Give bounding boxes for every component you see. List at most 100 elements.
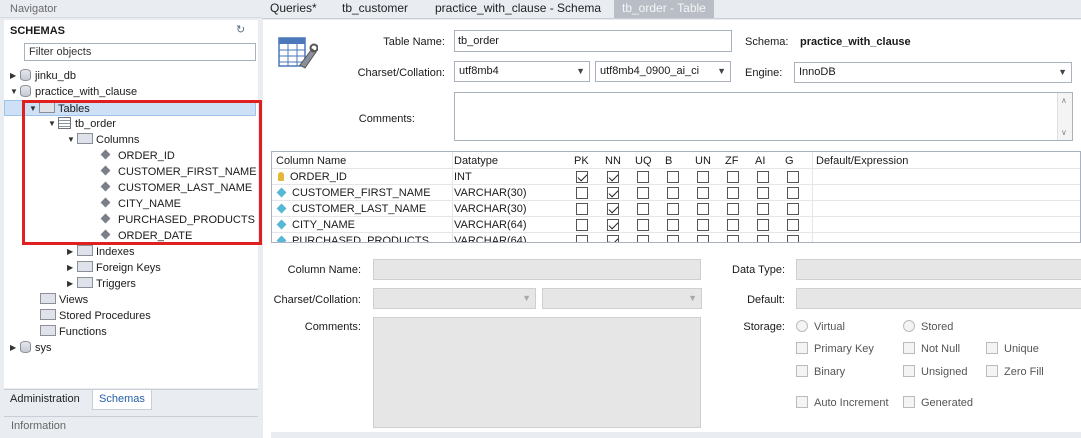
tree-item-functions[interactable]: Functions (40, 324, 107, 340)
tree-column-item[interactable]: PURCHASED_PRODUCTS (100, 212, 255, 228)
grid-flag-checkbox[interactable] (697, 235, 709, 242)
information-panel-header[interactable]: Information (4, 416, 258, 436)
tree-item-columns[interactable]: ▼ Columns (67, 132, 139, 148)
grid-datatype-cell[interactable]: VARCHAR(64) (454, 233, 527, 242)
scrollbar[interactable]: ∧ ∨ (1057, 93, 1072, 140)
primary-key-checkbox[interactable] (796, 342, 808, 354)
tree-item-indexes[interactable]: ▶ Indexes (67, 244, 135, 260)
tree-column-item[interactable]: CUSTOMER_FIRST_NAME (100, 164, 257, 180)
grid-flag-checkbox[interactable] (576, 235, 588, 242)
grid-header-ai[interactable]: AI (755, 153, 765, 169)
grid-flag-checkbox[interactable] (697, 219, 709, 231)
grid-flag-checkbox[interactable] (637, 187, 649, 199)
expand-arrow-icon[interactable]: ▶ (10, 68, 20, 84)
grid-flag-checkbox[interactable] (787, 219, 799, 231)
tree-item-sys[interactable]: ▶ sys (10, 340, 52, 356)
grid-flag-checkbox[interactable] (576, 171, 588, 183)
horizontal-scrollbar[interactable] (271, 432, 1081, 438)
grid-flag-checkbox[interactable] (727, 235, 739, 242)
column-name-input[interactable] (373, 259, 701, 280)
generated-checkbox[interactable] (903, 396, 915, 408)
stored-radio[interactable] (903, 320, 915, 332)
grid-datatype-cell[interactable]: VARCHAR(30) (454, 185, 527, 201)
grid-flag-checkbox[interactable] (697, 203, 709, 215)
column-charset-select[interactable]: ▼ (373, 288, 536, 309)
grid-header-default-expression[interactable]: Default/Expression (816, 153, 908, 169)
grid-datatype-cell[interactable]: VARCHAR(30) (454, 201, 527, 217)
grid-header-datatype[interactable]: Datatype (454, 153, 498, 169)
tree-item-practice-with-clause[interactable]: ▼ practice_with_clause (10, 84, 137, 100)
tree-item-triggers[interactable]: ▶ Triggers (67, 276, 136, 292)
grid-flag-checkbox[interactable] (667, 187, 679, 199)
grid-flag-checkbox[interactable] (787, 235, 799, 242)
grid-flag-checkbox[interactable] (757, 171, 769, 183)
grid-flag-checkbox[interactable] (757, 219, 769, 231)
not-null-checkbox[interactable] (903, 342, 915, 354)
tab-queries[interactable]: Queries* (262, 0, 325, 18)
grid-header-g[interactable]: G (785, 153, 794, 169)
grid-flag-checkbox[interactable] (667, 235, 679, 242)
grid-flag-checkbox[interactable] (727, 219, 739, 231)
collapse-arrow-icon[interactable]: ▼ (67, 132, 77, 148)
tree-item-views[interactable]: Views (40, 292, 88, 308)
tree-column-item[interactable]: CITY_NAME (100, 196, 181, 212)
table-name-input[interactable]: tb_order (454, 30, 732, 52)
tab-tb-customer[interactable]: tb_customer (334, 0, 416, 18)
grid-column-name-cell[interactable]: CUSTOMER_FIRST_NAME (276, 185, 431, 201)
grid-flag-checkbox[interactable] (757, 187, 769, 199)
grid-header-uq[interactable]: UQ (635, 153, 652, 169)
grid-flag-checkbox[interactable] (727, 171, 739, 183)
grid-flag-checkbox[interactable] (757, 203, 769, 215)
grid-header-zf[interactable]: ZF (725, 153, 738, 169)
grid-flag-checkbox[interactable] (637, 171, 649, 183)
grid-flag-checkbox[interactable] (787, 171, 799, 183)
tab-tb-order-table[interactable]: tb_order - Table (614, 0, 714, 18)
unique-checkbox[interactable] (986, 342, 998, 354)
auto-increment-checkbox[interactable] (796, 396, 808, 408)
expand-arrow-icon[interactable]: ▶ (67, 260, 77, 276)
tab-practice-schema[interactable]: practice_with_clause - Schema (427, 0, 609, 18)
refresh-icon[interactable]: ↻ (236, 24, 248, 36)
tree-item-jinku-db[interactable]: ▶ jinku_db (10, 68, 76, 84)
collapse-arrow-icon[interactable]: ▼ (29, 101, 39, 117)
grid-column-name-cell[interactable]: PURCHASED_PRODUCTS (276, 233, 429, 242)
zero-fill-checkbox[interactable] (986, 365, 998, 377)
grid-flag-checkbox[interactable] (576, 203, 588, 215)
tree-column-item[interactable]: ORDER_ID (100, 148, 175, 164)
collapse-arrow-icon[interactable]: ▼ (10, 84, 20, 100)
grid-header-pk[interactable]: PK (574, 153, 589, 169)
grid-flag-checkbox[interactable] (607, 219, 619, 231)
grid-flag-checkbox[interactable] (607, 187, 619, 199)
grid-flag-checkbox[interactable] (607, 235, 619, 242)
column-comments-textarea[interactable] (373, 317, 701, 428)
binary-checkbox[interactable] (796, 365, 808, 377)
table-comments-textarea[interactable]: ∧ ∨ (454, 92, 1073, 141)
tree-item-stored-procedures[interactable]: Stored Procedures (40, 308, 151, 324)
grid-header-un[interactable]: UN (695, 153, 711, 169)
expand-arrow-icon[interactable]: ▶ (67, 244, 77, 260)
grid-flag-checkbox[interactable] (576, 219, 588, 231)
grid-flag-checkbox[interactable] (757, 235, 769, 242)
grid-column-name-cell[interactable]: ORDER_ID (278, 169, 347, 185)
virtual-radio[interactable] (796, 320, 808, 332)
default-input[interactable] (796, 288, 1081, 309)
grid-flag-checkbox[interactable] (727, 203, 739, 215)
tab-administration[interactable]: Administration (4, 390, 86, 410)
scroll-down-icon[interactable]: ∨ (1061, 128, 1067, 137)
grid-flag-checkbox[interactable] (637, 235, 649, 242)
scroll-up-icon[interactable]: ∧ (1061, 96, 1067, 105)
grid-datatype-cell[interactable]: VARCHAR(64) (454, 217, 527, 233)
grid-flag-checkbox[interactable] (787, 203, 799, 215)
tab-schemas[interactable]: Schemas (92, 390, 152, 410)
tree-column-item[interactable]: ORDER_DATE (100, 228, 192, 244)
collation-select[interactable]: utf8mb4_0900_ai_ci ▼ (595, 61, 731, 82)
grid-header-nn[interactable]: NN (605, 153, 621, 169)
column-collation-select[interactable]: ▼ (542, 288, 702, 309)
grid-column-name-cell[interactable]: CUSTOMER_LAST_NAME (276, 201, 426, 217)
grid-flag-checkbox[interactable] (697, 187, 709, 199)
expand-arrow-icon[interactable]: ▶ (10, 340, 20, 356)
grid-flag-checkbox[interactable] (637, 203, 649, 215)
data-type-input[interactable] (796, 259, 1081, 280)
grid-flag-checkbox[interactable] (697, 171, 709, 183)
grid-flag-checkbox[interactable] (727, 187, 739, 199)
